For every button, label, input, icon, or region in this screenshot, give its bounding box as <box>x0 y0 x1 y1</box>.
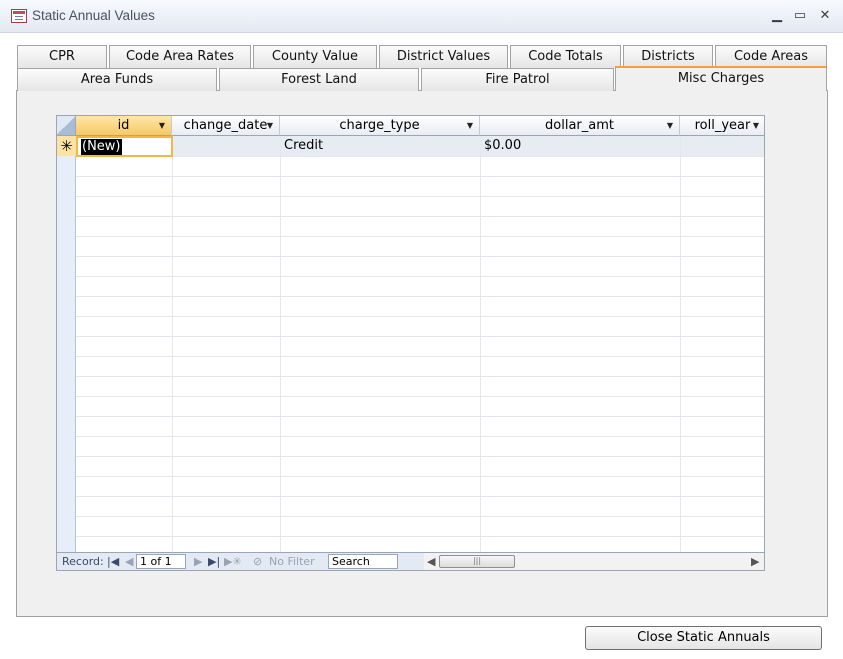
new-record-icon: ✳ <box>57 136 76 156</box>
record-navigation-bar: Record: |◀ ◀ 1 of 1 ▶ ▶| ▶✳ ⊘ No Filter … <box>57 552 764 570</box>
column-header-roll-year[interactable]: roll_year ▼ <box>680 116 764 136</box>
id-cell[interactable]: (New) <box>76 136 173 157</box>
scroll-grip-icon: ||| <box>472 556 482 565</box>
close-static-annuals-button[interactable]: Close Static Annuals <box>585 626 822 650</box>
tab-code-areas[interactable]: Code Areas <box>715 45 827 68</box>
record-label: Record: <box>62 555 104 568</box>
horizontal-scrollbar[interactable]: ◀ ||| ▶ <box>424 553 764 570</box>
grid-line <box>76 476 764 477</box>
maximize-button[interactable]: ▭ <box>790 6 810 26</box>
grid-line <box>172 136 173 552</box>
grid-line <box>76 376 764 377</box>
column-label: charge_type <box>339 118 420 133</box>
grid-line <box>76 196 764 197</box>
select-all-corner[interactable] <box>57 116 76 136</box>
no-filter-button[interactable]: No Filter <box>269 553 315 570</box>
record-position-input[interactable]: 1 of 1 <box>136 554 186 569</box>
title-bar: Static Annual Values ▁ ▭ ✕ <box>0 0 843 33</box>
grid-line <box>76 496 764 497</box>
roll-year-cell[interactable] <box>680 136 764 156</box>
column-header-change-date[interactable]: change_date ▼ <box>172 116 280 136</box>
grid-line <box>76 536 764 537</box>
grid-line <box>280 136 281 552</box>
column-label: dollar_amt <box>545 118 614 133</box>
grid-line <box>76 156 764 157</box>
next-record-icon[interactable]: ▶ <box>194 553 202 570</box>
chevron-down-icon[interactable]: ▼ <box>467 116 473 135</box>
grid-line <box>76 456 764 457</box>
first-record-icon[interactable]: |◀ <box>107 553 119 570</box>
scroll-thumb[interactable]: ||| <box>439 555 515 568</box>
grid-line <box>76 436 764 437</box>
tab-code-totals[interactable]: Code Totals <box>510 45 621 68</box>
tab-area-funds[interactable]: Area Funds <box>17 68 217 91</box>
grid-line <box>76 216 764 217</box>
form-icon <box>11 9 27 23</box>
charge-type-cell[interactable]: Credit <box>280 136 480 156</box>
id-value: (New) <box>81 139 122 155</box>
record-selector-column[interactable] <box>57 136 76 552</box>
chevron-down-icon[interactable]: ▼ <box>753 116 759 135</box>
change-date-cell[interactable] <box>172 136 280 156</box>
grid-line <box>76 356 764 357</box>
previous-record-icon[interactable]: ◀ <box>125 553 133 570</box>
column-header-dollar-amt[interactable]: dollar_amt ▼ <box>480 116 680 136</box>
grid-line <box>76 256 764 257</box>
tab-fire-patrol[interactable]: Fire Patrol <box>421 68 614 91</box>
search-input[interactable]: Search <box>328 554 398 569</box>
close-window-button[interactable]: ✕ <box>815 6 835 26</box>
tab-districts[interactable]: Districts <box>623 45 713 68</box>
scroll-right-icon[interactable]: ▶ <box>751 553 759 570</box>
column-header-id[interactable]: id ▼ <box>76 116 172 136</box>
column-label: id <box>117 118 130 133</box>
grid-line <box>480 136 481 552</box>
minimize-button[interactable]: ▁ <box>767 6 787 26</box>
grid-line <box>76 336 764 337</box>
tab-forest-land[interactable]: Forest Land <box>219 68 419 91</box>
grid-line <box>680 136 681 552</box>
tab-district-values[interactable]: District Values <box>379 45 508 68</box>
grid-line <box>76 176 764 177</box>
column-header-charge-type[interactable]: charge_type ▼ <box>280 116 480 136</box>
grid-line <box>76 316 764 317</box>
window-title: Static Annual Values <box>32 8 155 23</box>
chevron-down-icon[interactable]: ▼ <box>159 116 165 135</box>
scroll-left-icon[interactable]: ◀ <box>427 553 435 570</box>
tab-county-value[interactable]: County Value <box>253 45 377 68</box>
column-label: roll_year <box>694 118 751 133</box>
new-record-nav-icon[interactable]: ▶✳ <box>224 553 242 570</box>
tab-cpr[interactable]: CPR <box>17 45 107 68</box>
last-record-icon[interactable]: ▶| <box>208 553 220 570</box>
grid-line <box>76 276 764 277</box>
datasheet: id ▼ change_date ▼ charge_type ▼ dollar_… <box>56 115 765 571</box>
grid-line <box>76 416 764 417</box>
grid-line <box>76 396 764 397</box>
dollar-amt-cell[interactable]: $0.00 <box>480 136 680 156</box>
chevron-down-icon[interactable]: ▼ <box>667 116 673 135</box>
chevron-down-icon[interactable]: ▼ <box>267 116 273 135</box>
grid-line <box>76 236 764 237</box>
filter-icon[interactable]: ⊘ <box>253 553 262 570</box>
grid-line <box>76 516 764 517</box>
tab-code-area-rates[interactable]: Code Area Rates <box>109 45 251 68</box>
column-label: change_date <box>183 118 268 133</box>
tab-misc-charges[interactable]: Misc Charges <box>615 66 827 91</box>
grid-line <box>76 296 764 297</box>
